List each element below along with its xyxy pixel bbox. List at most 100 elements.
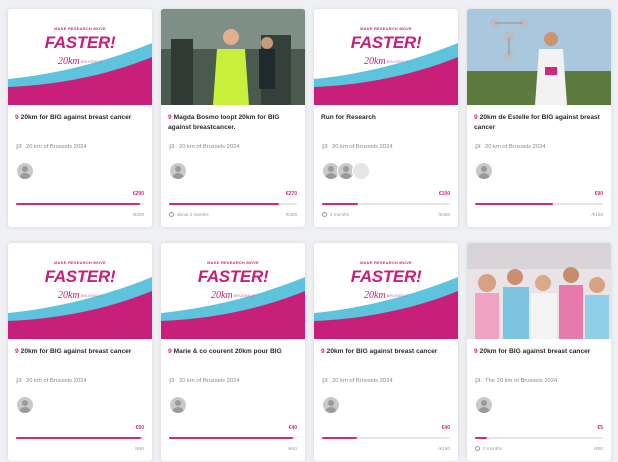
event-name: 20 km of Brussels 2024 bbox=[26, 378, 87, 384]
flag-icon bbox=[169, 378, 175, 384]
banner-subtitle: MAKE RESEARCH MOVE bbox=[54, 26, 106, 31]
participant-avatars bbox=[16, 396, 34, 414]
banner-headline: FASTER! bbox=[44, 267, 116, 286]
campaign-title[interactable]: 9 20km for BIG against breast cancer bbox=[474, 347, 605, 357]
progress-fill bbox=[169, 437, 294, 439]
campaign-banner-image: MAKE RESEARCH MOVE FASTER! 20kmBRUSSELS bbox=[314, 9, 458, 105]
campaign-card[interactable]: 9 20km de Estelle for BIG against breast … bbox=[467, 9, 611, 227]
participant-avatars bbox=[475, 162, 493, 180]
progress-bar bbox=[16, 203, 144, 205]
time-remaining-text: 2 months bbox=[330, 212, 349, 217]
raised-amount: €100 bbox=[438, 191, 450, 197]
raised-amount: €40 bbox=[288, 425, 297, 431]
campaign-title[interactable]: 9 20km for BIG against breast cancer bbox=[15, 347, 146, 357]
campaign-photo bbox=[161, 9, 305, 105]
brand-mark-icon: 9 bbox=[168, 348, 172, 355]
participant-avatars bbox=[16, 162, 34, 180]
campaign-card[interactable]: MAKE RESEARCH MOVE FASTER! 20kmBRUSSELS Run… bbox=[314, 9, 458, 227]
campaign-banner-image: MAKE RESEARCH MOVE FASTER! 20kmBRUSSELS bbox=[8, 9, 152, 105]
campaign-card[interactable]: MAKE RESEARCH MOVE FASTER! 20kmBRUSSELS 9 Ma… bbox=[161, 243, 305, 461]
raised-amount: €90 bbox=[594, 191, 603, 197]
clock-icon bbox=[475, 446, 480, 451]
campaign-grid: MAKE RESEARCH MOVE FASTER! 20kmBRUSSELS 9 20… bbox=[8, 9, 614, 461]
campaign-card[interactable]: MAKE RESEARCH MOVE FASTER! 20kmBRUSSELS 9 20… bbox=[314, 243, 458, 461]
progress-bar bbox=[322, 437, 450, 439]
banner-headline: FASTER! bbox=[350, 33, 422, 52]
event-logo-subtext: BRUSSELS bbox=[386, 59, 408, 65]
event-label: 20 km of Brussels 2024 bbox=[169, 144, 240, 150]
progress-bar bbox=[322, 203, 450, 205]
campaign-card[interactable]: 9 20km for BIG against breast cancer The 2… bbox=[467, 243, 611, 461]
event-name: 20 km of Brussels 2024 bbox=[332, 144, 393, 150]
campaign-title-text: 20km for BIG against breast cancer bbox=[326, 348, 438, 355]
avatar-body bbox=[172, 173, 184, 179]
raised-amount: €270 bbox=[285, 191, 297, 197]
avatar-body bbox=[478, 173, 490, 179]
campaign-title[interactable]: Run for Research bbox=[321, 113, 452, 123]
participant-avatars bbox=[322, 396, 340, 414]
avatar-body bbox=[340, 173, 352, 179]
avatar-more bbox=[352, 162, 370, 180]
raised-amount: €40 bbox=[441, 425, 450, 431]
progress-fill bbox=[16, 437, 142, 439]
avatar bbox=[16, 396, 34, 414]
event-logo: 20kmBRUSSELS bbox=[8, 290, 152, 301]
campaign-card[interactable]: MAKE RESEARCH MOVE FASTER! 20kmBRUSSELS 9 20… bbox=[8, 9, 152, 227]
campaign-card[interactable]: 9 Magda Bosmo loopt 20km for BIG against … bbox=[161, 9, 305, 227]
brand-mark-icon: 9 bbox=[474, 114, 478, 121]
campaign-title-text: Magda Bosmo loopt 20km for BIG against b… bbox=[168, 114, 280, 131]
avatar-head bbox=[175, 400, 181, 406]
event-logo-text: 20km bbox=[363, 290, 386, 301]
participant-avatars bbox=[169, 162, 187, 180]
campaign-card[interactable]: MAKE RESEARCH MOVE FASTER! 20kmBRUSSELS 9 20… bbox=[8, 243, 152, 461]
brand-mark-icon: 9 bbox=[15, 114, 19, 121]
event-label: 20 km of Brussels 2024 bbox=[322, 378, 393, 384]
banner-subtitle: MAKE RESEARCH MOVE bbox=[360, 260, 412, 265]
flag-icon bbox=[475, 378, 481, 384]
avatar bbox=[475, 396, 493, 414]
clock-icon bbox=[169, 212, 174, 217]
banner-headline: FASTER! bbox=[350, 267, 422, 286]
campaign-title-text: 20km for BIG against breast cancer bbox=[20, 348, 132, 355]
brand-mark-icon: 9 bbox=[321, 348, 325, 355]
event-label: 20 km of Brussels 2024 bbox=[16, 144, 87, 150]
campaign-title-text: Marie & co courent 20km pour BIG bbox=[173, 348, 282, 355]
progress-bar bbox=[169, 203, 297, 205]
goal-amount: /€300 bbox=[132, 212, 145, 217]
raised-amount: €5 bbox=[597, 425, 603, 431]
time-remaining-text: about 2 months bbox=[177, 212, 209, 217]
goal-amount: /€50 bbox=[135, 446, 144, 451]
campaign-banner-image: MAKE RESEARCH MOVE FASTER! 20kmBRUSSELS bbox=[161, 243, 305, 339]
participant-avatars bbox=[169, 396, 187, 414]
campaign-title[interactable]: 9 20km de Estelle for BIG against breast … bbox=[474, 113, 605, 133]
progress-bar bbox=[16, 437, 144, 439]
raised-amount: €50 bbox=[135, 425, 144, 431]
event-label: 20 km of Brussels 2024 bbox=[169, 378, 240, 384]
avatar bbox=[16, 162, 34, 180]
avatar-head bbox=[175, 166, 181, 172]
event-name: 20 km of Brussels 2024 bbox=[26, 144, 87, 150]
campaign-title-text: 20km de Estelle for BIG against breast c… bbox=[474, 114, 600, 131]
goal-amount: /€150 bbox=[591, 212, 604, 217]
avatar-head bbox=[328, 166, 334, 172]
avatar-head bbox=[343, 166, 349, 172]
time-remaining-text: 2 months bbox=[483, 446, 502, 451]
goal-amount: /€360 bbox=[438, 212, 451, 217]
event-label: 20 km of Brussels 2024 bbox=[16, 378, 87, 384]
campaign-title[interactable]: 9 Magda Bosmo loopt 20km for BIG against … bbox=[168, 113, 299, 133]
campaign-title-text: 20km for BIG against breast cancer bbox=[20, 114, 132, 121]
avatar-head bbox=[22, 400, 28, 406]
banner-headline: FASTER! bbox=[197, 267, 269, 286]
time-remaining: 2 months bbox=[475, 446, 502, 451]
event-logo: 20kmBRUSSELS bbox=[8, 56, 152, 67]
goal-amount: /€40 bbox=[288, 446, 297, 451]
event-logo-text: 20km bbox=[210, 290, 233, 301]
flag-icon bbox=[322, 378, 328, 384]
campaign-title[interactable]: 9 20km for BIG against breast cancer bbox=[321, 347, 452, 357]
event-name: 20 km of Brussels 2024 bbox=[332, 378, 393, 384]
campaign-banner-image: MAKE RESEARCH MOVE FASTER! 20kmBRUSSELS bbox=[314, 243, 458, 339]
campaign-title[interactable]: 9 Marie & co courent 20km pour BIG bbox=[168, 347, 299, 357]
campaign-title-text: Run for Research bbox=[321, 114, 376, 121]
progress-fill bbox=[475, 203, 554, 205]
campaign-title[interactable]: 9 20km for BIG against breast cancer bbox=[15, 113, 146, 123]
